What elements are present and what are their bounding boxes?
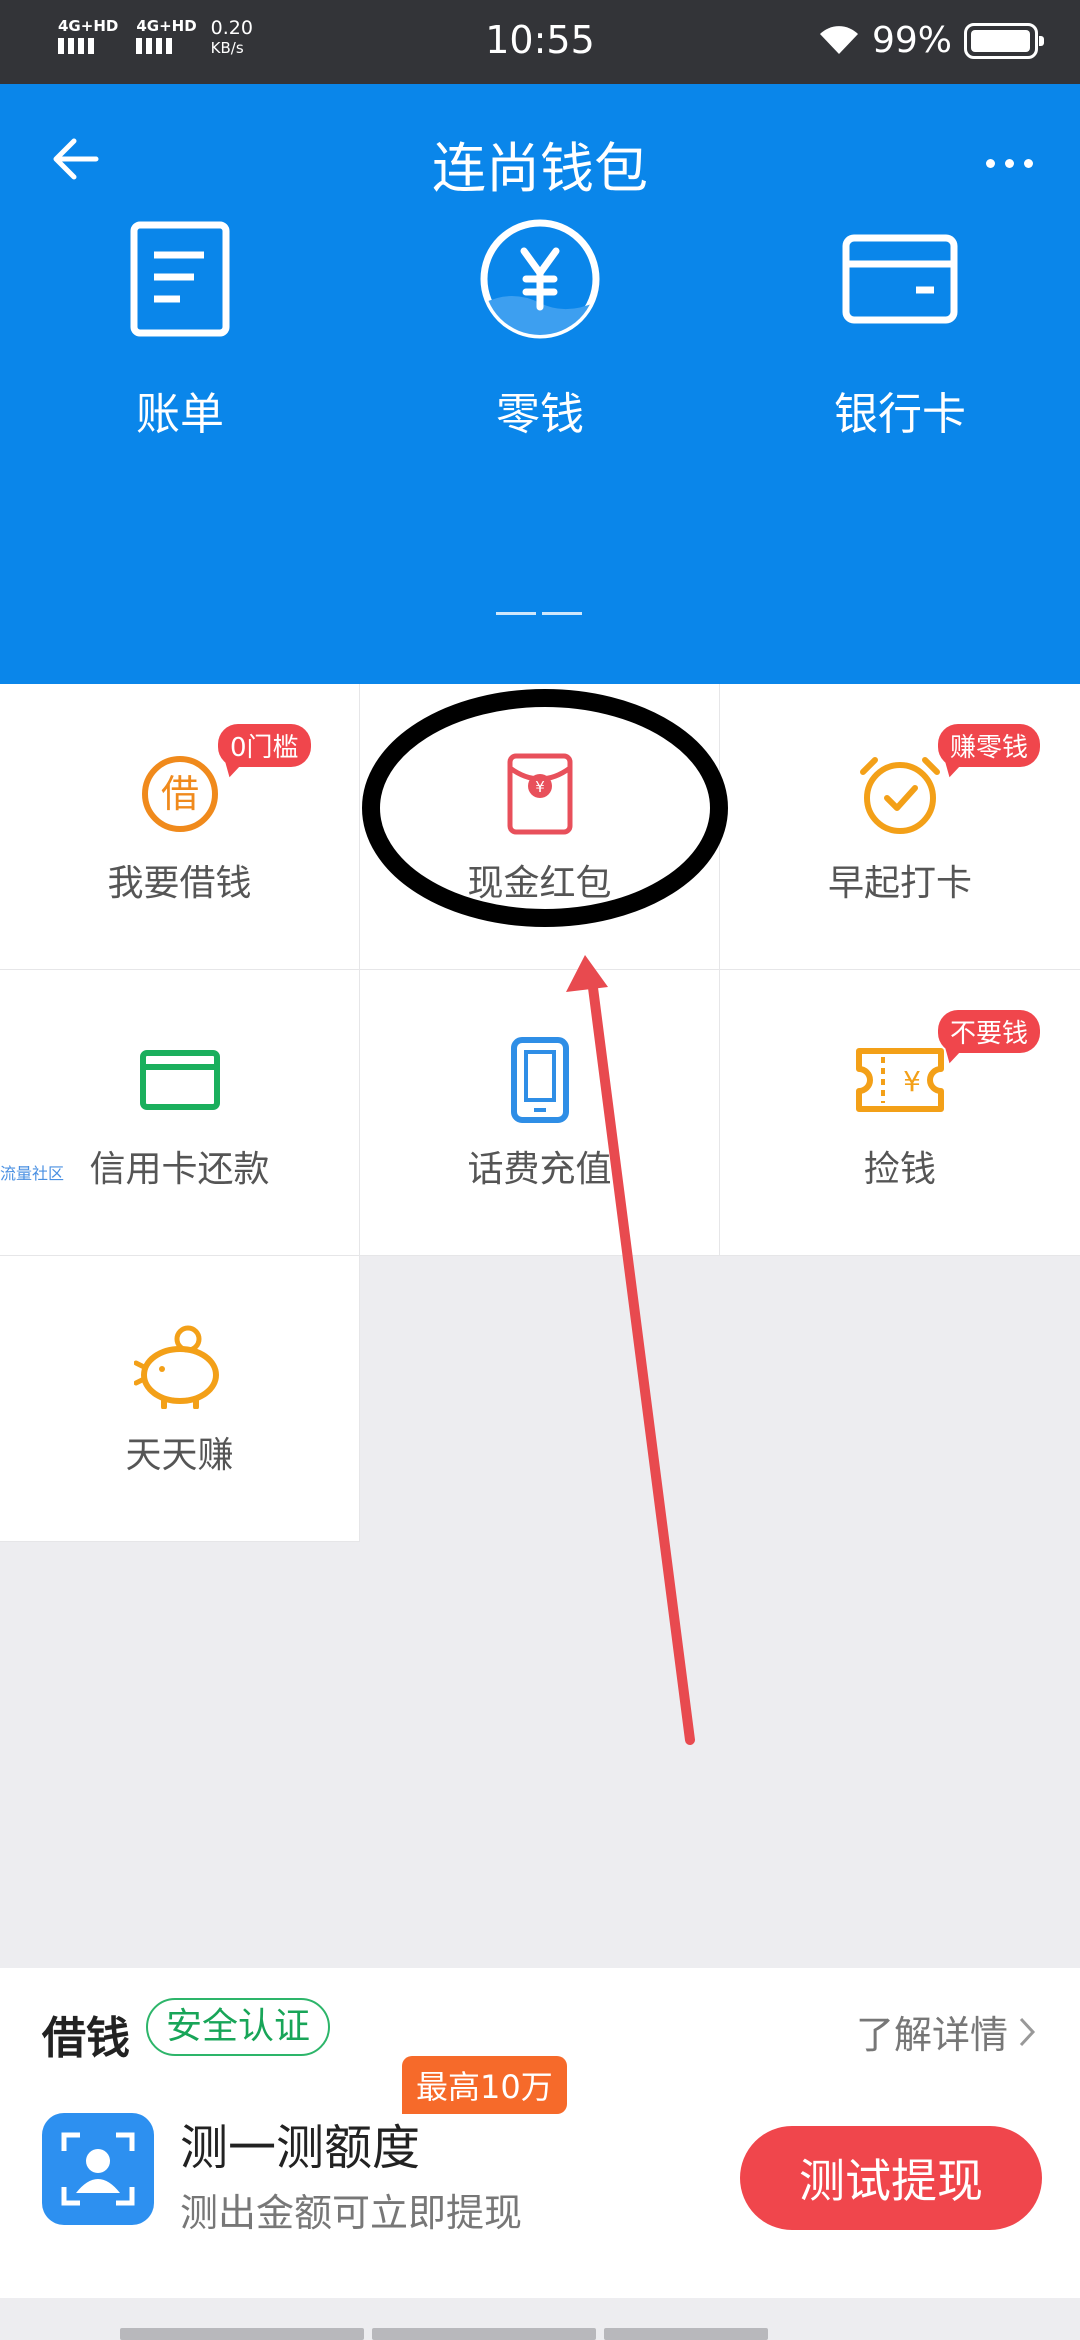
face-verify-icon	[42, 2113, 154, 2225]
quota-test-subtitle: 测出金额可立即提现	[180, 2191, 523, 2235]
card-title: 借钱	[42, 2013, 130, 2064]
security-tag: 安全认证	[146, 1998, 331, 2056]
highlight-ellipse	[362, 689, 728, 927]
learn-more-label: 了解详情	[855, 2013, 1008, 2057]
chevron-right-icon	[1019, 2017, 1036, 2046]
learn-more-link[interactable]: 了解详情	[856, 2004, 1036, 2059]
annotation-arrow-shaft	[587, 975, 695, 1745]
test-withdraw-button[interactable]: 测试提现	[740, 2126, 1042, 2230]
bottom-tab-hints	[120, 2328, 768, 2340]
annotation-arrow-head	[566, 955, 608, 992]
quota-test-title: 测一测额度	[180, 2120, 421, 2176]
loan-promo-card: 借钱 安全认证 了解详情 测一测额度 测出金额可立即提现 最高10万 测试提现	[0, 1968, 1080, 2298]
max-amount-badge: 最高10万	[402, 2056, 567, 2114]
